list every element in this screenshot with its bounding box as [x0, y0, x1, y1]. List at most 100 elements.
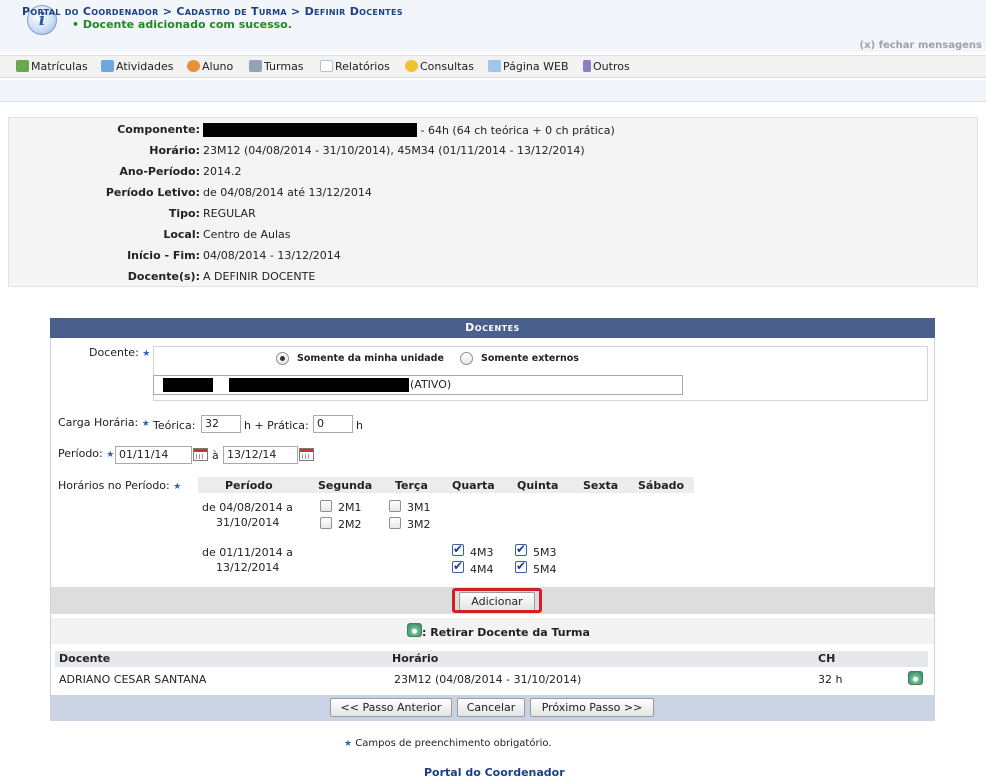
local-value: Centro de Aulas: [203, 228, 291, 241]
period-1-end: 31/10/2014: [216, 516, 280, 529]
redacted-block: [229, 378, 409, 392]
slot-label-3m1: 3M1: [407, 501, 431, 514]
search-icon: [405, 60, 418, 72]
portal-link[interactable]: Portal do Coordenador: [424, 766, 565, 779]
radio-own-unit-label: Somente da minha unidade: [297, 353, 444, 364]
previous-step-button[interactable]: << Passo Anterior: [330, 698, 452, 717]
col-horario: Horário: [392, 652, 439, 665]
teorica-input[interactable]: 32: [201, 415, 241, 433]
horario-label: Horário:: [149, 144, 200, 157]
pratica-input[interactable]: 0: [313, 415, 353, 433]
remove-docente-icon[interactable]: [908, 671, 923, 685]
cancel-button[interactable]: Cancelar: [457, 698, 525, 717]
redacted-block: [203, 123, 417, 137]
slot-checkbox-4m4[interactable]: [452, 559, 464, 573]
calendar-icon[interactable]: [193, 448, 208, 461]
hours-unit-label: h: [356, 419, 363, 432]
period-2-start: de 01/11/2014 a: [202, 546, 293, 559]
docentes-label: Docente(s):: [127, 270, 200, 283]
menu-item-relatorios[interactable]: Relatórios: [320, 60, 390, 73]
trash-icon: [407, 623, 422, 637]
webpage-icon: [488, 60, 501, 72]
row-horario: 23M12 (04/08/2014 - 31/10/2014): [394, 673, 582, 686]
radio-external-label: Somente externos: [481, 353, 579, 364]
redacted-block: [163, 378, 213, 392]
menu-item-turmas[interactable]: Turmas: [249, 60, 304, 73]
student-icon: [187, 60, 200, 72]
period-1-start: de 04/08/2014 a: [202, 501, 293, 514]
menu-item-consultas[interactable]: Consultas: [405, 60, 474, 73]
breadcrumb-text: Portal do Coordenador > Cadastro de Turm…: [22, 5, 403, 18]
periodo-end-input[interactable]: 13/12/14: [223, 446, 298, 464]
col-ch: CH: [818, 652, 836, 665]
docentes-header: Docentes: [50, 318, 935, 338]
activities-icon: [101, 60, 114, 72]
others-icon: [583, 60, 591, 72]
periodo-separator: à: [212, 449, 219, 462]
tipo-label: Tipo:: [168, 207, 200, 220]
docente-search-input[interactable]: (ATIVO): [153, 375, 683, 395]
sched-header-periodo: Período: [225, 479, 273, 492]
slot-checkbox-4m3[interactable]: [452, 542, 464, 556]
slot-label-5m4: 5M4: [533, 563, 557, 576]
required-star-icon: ★: [344, 739, 353, 749]
required-star-icon: ★: [106, 450, 115, 460]
ano-periodo-value: 2014.2: [203, 165, 242, 178]
pratica-label: h + Prática:: [244, 419, 309, 432]
slot-label-2m1: 2M1: [338, 501, 362, 514]
legend-remove-text: : Retirar Docente da Turma: [422, 626, 590, 639]
menu-item-aluno[interactable]: Aluno: [187, 60, 233, 73]
menu-item-matriculas[interactable]: Matrículas: [16, 60, 88, 73]
radio-external[interactable]: [460, 352, 473, 365]
next-step-button[interactable]: Próximo Passo >>: [530, 698, 654, 717]
menu-item-atividades[interactable]: Atividades: [101, 60, 173, 73]
period-2-end: 13/12/2014: [216, 561, 280, 574]
componente-value: - 64h (64 ch teórica + 0 ch prática): [203, 123, 615, 137]
periodo-letivo-value: de 04/08/2014 até 13/12/2014: [203, 186, 372, 199]
required-note: ★ Campos de preenchimento obrigatório.: [344, 738, 552, 749]
sched-header-quarta: Quarta: [452, 479, 495, 492]
success-message: • Docente adicionado com sucesso.: [72, 18, 292, 31]
main-menu: Matrículas Atividades Aluno Turmas Relat…: [0, 55, 986, 78]
slot-checkbox-5m3[interactable]: [515, 542, 527, 556]
sched-header-sexta: Sexta: [583, 479, 619, 492]
breadcrumb: [0, 80, 986, 102]
table-row: ADRIANO CESAR SANTANA 23M12 (04/08/2014 …: [55, 669, 928, 689]
enrollment-icon: [16, 60, 29, 72]
menu-item-pagina-web[interactable]: Página WEB: [488, 60, 569, 73]
tipo-value: REGULAR: [203, 207, 256, 220]
componente-label: Componente:: [117, 123, 200, 136]
periodo-letivo-label: Período Letivo:: [105, 186, 200, 199]
docentes-table-header: [55, 651, 928, 667]
carga-horaria-label: Carga Horária: ★: [58, 416, 150, 429]
slot-label-4m3: 4M3: [470, 546, 494, 559]
inicio-fim-label: Início - Fim:: [127, 249, 200, 262]
calendar-icon[interactable]: [299, 448, 314, 461]
classes-icon: [249, 60, 262, 72]
slot-checkbox-5m4[interactable]: [515, 559, 527, 573]
ano-periodo-label: Ano-Período:: [119, 165, 200, 178]
periodo-label: Período: ★: [58, 447, 115, 460]
slot-label-4m4: 4M4: [470, 563, 494, 576]
sched-header-quinta: Quinta: [517, 479, 559, 492]
slot-label-5m3: 5M3: [533, 546, 557, 559]
slot-checkbox-2m1[interactable]: [320, 500, 332, 512]
sched-header-segunda: Segunda: [318, 479, 373, 492]
slot-checkbox-2m2[interactable]: [320, 517, 332, 529]
slot-label-3m2: 3M2: [407, 518, 431, 531]
menu-item-outros[interactable]: Outros: [583, 60, 630, 73]
add-button-highlight: [452, 588, 542, 613]
inicio-fim-value: 04/08/2014 - 13/12/2014: [203, 249, 341, 262]
radio-own-unit[interactable]: [276, 352, 289, 365]
row-ch: 32 h: [818, 673, 843, 686]
periodo-start-input[interactable]: 01/11/14: [115, 446, 192, 464]
sched-header-sabado: Sábado: [638, 479, 685, 492]
docente-status: (ATIVO): [410, 378, 452, 391]
col-docente: Docente: [59, 652, 111, 665]
slot-checkbox-3m2[interactable]: [389, 517, 401, 529]
docente-label: Docente: ★: [89, 346, 151, 359]
required-star-icon: ★: [142, 349, 151, 359]
close-messages-link[interactable]: (x) fechar mensagens: [860, 40, 982, 51]
teorica-label: Teórica:: [153, 419, 196, 432]
slot-checkbox-3m1[interactable]: [389, 500, 401, 512]
